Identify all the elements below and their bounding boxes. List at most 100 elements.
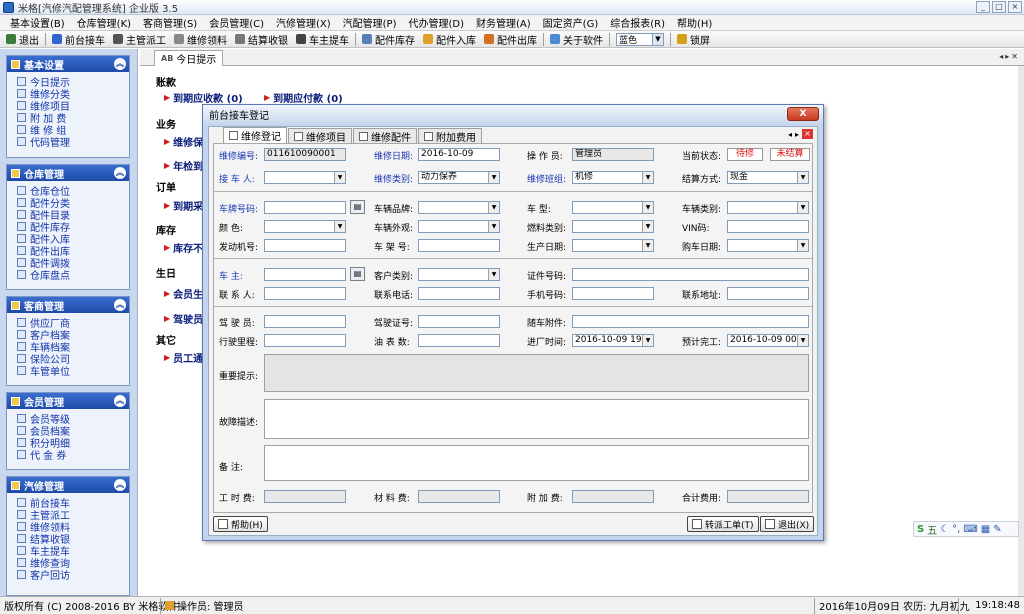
frame-no-input[interactable]: [418, 239, 500, 252]
owner-input[interactable]: [264, 268, 346, 281]
ime-tray[interactable]: S 五 ☾ °, ⌨ ▦ ✎: [913, 521, 1019, 537]
toolbar-exit-button[interactable]: 退出: [2, 32, 43, 47]
tab-today-tips[interactable]: AB 今日提示: [154, 50, 224, 66]
chevron-left-icon[interactable]: ◂: [788, 130, 792, 139]
menu-customers[interactable]: 客商管理(S): [137, 15, 203, 30]
purchase-date-select[interactable]: ▼: [727, 239, 809, 252]
toolbar-material-button[interactable]: 维修领料: [170, 32, 231, 47]
panel-header[interactable]: 客商管理 ︽: [7, 297, 129, 313]
toolbar-lock-button[interactable]: 锁屏: [673, 32, 714, 47]
production-date-select[interactable]: ▼: [572, 239, 654, 252]
tab-repair-parts[interactable]: 维修配件: [353, 128, 417, 144]
repair-date-field[interactable]: 2016-10-09: [418, 148, 500, 161]
panel-header[interactable]: 基本设置 ︽: [7, 56, 129, 72]
menu-assets[interactable]: 固定资产(G): [537, 15, 605, 30]
car-type-select[interactable]: ▼: [727, 201, 809, 214]
link-staff[interactable]: ▶ 员工通: [164, 350, 203, 365]
menu-parts[interactable]: 汽配管理(P): [337, 15, 403, 30]
appearance-select[interactable]: ▼: [418, 220, 500, 233]
toolbar-stock-button[interactable]: 配件库存: [358, 32, 419, 47]
toolbar-dispatch-button[interactable]: 主管派工: [109, 32, 170, 47]
menu-repair[interactable]: 汽修管理(X): [270, 15, 337, 30]
remark-textarea[interactable]: [264, 445, 809, 481]
help-button[interactable]: 帮助(H): [213, 516, 268, 532]
panel-header[interactable]: 汽修管理 ︽: [7, 477, 129, 493]
menu-finance[interactable]: 财务管理(A): [470, 15, 537, 30]
repair-type-select[interactable]: 动力保养 ▼: [418, 171, 500, 184]
link-maintenance[interactable]: ▶ 维修保: [164, 134, 203, 149]
phone-input[interactable]: [418, 287, 500, 300]
receiver-select[interactable]: ▼: [264, 171, 346, 184]
tab-repair-items[interactable]: 维修项目: [288, 128, 352, 144]
close-icon[interactable]: ×: [802, 129, 813, 139]
chevron-right-icon[interactable]: ▸: [795, 130, 799, 139]
color-select[interactable]: ▼: [264, 220, 346, 233]
theme-select[interactable]: 蓝色 ▼: [616, 32, 664, 46]
minimize-icon[interactable]: _: [976, 1, 990, 13]
dialog-close-button[interactable]: X: [787, 107, 819, 121]
toolbar-checkout-button[interactable]: 结算收银: [231, 32, 292, 47]
sidebar-item[interactable]: 客户回访: [17, 568, 129, 582]
sidebar-item[interactable]: 代 金 券: [17, 448, 129, 462]
fuel-gauge-input[interactable]: [418, 334, 500, 347]
settle-method-select[interactable]: 现金 ▼: [727, 171, 809, 184]
link-payable[interactable]: ▶ 到期应付款 (0): [264, 90, 343, 105]
menu-members[interactable]: 会员管理(C): [203, 15, 270, 30]
fuel-type-select[interactable]: ▼: [572, 220, 654, 233]
maximize-icon[interactable]: □: [992, 1, 1006, 13]
car-model-select[interactable]: ▼: [572, 201, 654, 214]
accessories-input[interactable]: [572, 315, 809, 328]
customer-type-select[interactable]: ▼: [418, 268, 500, 281]
close-icon[interactable]: ×: [1008, 1, 1022, 13]
panel-header[interactable]: 会员管理 ︽: [7, 393, 129, 409]
toolbar-about-button[interactable]: 关于软件: [546, 32, 607, 47]
mobile-input[interactable]: [572, 287, 654, 300]
vin-input[interactable]: [727, 220, 809, 233]
sidebar-item[interactable]: 仓库盘点: [17, 268, 129, 282]
chevron-up-icon[interactable]: ︽: [114, 479, 126, 491]
sidebar-item[interactable]: 代码管理: [17, 135, 129, 149]
repair-no-field[interactable]: 011610090001: [264, 148, 346, 161]
owner-lookup-button[interactable]: ▤: [350, 267, 365, 281]
driver-input[interactable]: [264, 315, 346, 328]
dispatch-order-button[interactable]: 转派工单(T): [687, 516, 759, 532]
dialog-titlebar[interactable]: 前台接车登记 X: [203, 105, 823, 124]
sidebar-item[interactable]: 车管单位: [17, 364, 129, 378]
plate-lookup-button[interactable]: ▤: [350, 200, 365, 214]
link-receivable[interactable]: ▶ 到期应收款 (0): [164, 90, 243, 105]
entry-time-select[interactable]: 2016-10-09 19:18 ▼: [572, 334, 654, 347]
dialog-exit-button[interactable]: 退出(X): [760, 516, 815, 532]
toolbar-pickup-button[interactable]: 车主提车: [292, 32, 353, 47]
license-no-input[interactable]: [418, 315, 500, 328]
link-inspection[interactable]: ▶ 年检到: [164, 158, 203, 173]
toolbar-reception-button[interactable]: 前台接车: [48, 32, 109, 47]
menu-reports[interactable]: 综合报表(R): [604, 15, 671, 30]
plate-no-input[interactable]: [264, 201, 346, 214]
main-scrollbar[interactable]: [1018, 66, 1024, 596]
menu-agency[interactable]: 代办管理(D): [403, 15, 471, 30]
menu-basic[interactable]: 基本设置(B): [4, 15, 71, 30]
finish-time-select[interactable]: 2016-10-09 00:00 ▼: [727, 334, 809, 347]
contact-input[interactable]: [264, 287, 346, 300]
toolbar-instock-button[interactable]: 配件入库: [419, 32, 480, 47]
link-member-birthday[interactable]: ▶ 会员生: [164, 286, 203, 301]
tab-repair-register[interactable]: 维修登记: [223, 127, 287, 143]
car-brand-select[interactable]: ▼: [418, 201, 500, 214]
link-purchase[interactable]: ▶ 到期采: [164, 198, 203, 213]
fault-desc-textarea[interactable]: [264, 399, 809, 439]
engine-no-input[interactable]: [264, 239, 346, 252]
chevron-up-icon[interactable]: ︽: [114, 299, 126, 311]
tab-extra-fees[interactable]: 附加费用: [418, 128, 482, 144]
chevron-up-icon[interactable]: ︽: [114, 58, 126, 70]
panel-header[interactable]: 仓库管理 ︽: [7, 165, 129, 181]
repair-team-select[interactable]: 机修 ▼: [572, 171, 654, 184]
toolbar-outstock-button[interactable]: 配件出库: [480, 32, 541, 47]
tab-nav[interactable]: ◂▸✕: [999, 52, 1020, 61]
mileage-input[interactable]: [264, 334, 346, 347]
chevron-up-icon[interactable]: ︽: [114, 167, 126, 179]
menu-warehouse[interactable]: 仓库管理(K): [71, 15, 137, 30]
address-input[interactable]: [727, 287, 809, 300]
link-stock-low[interactable]: ▶ 库存不: [164, 240, 203, 255]
link-driver[interactable]: ▶ 驾驶员: [164, 311, 203, 326]
chevron-up-icon[interactable]: ︽: [114, 395, 126, 407]
